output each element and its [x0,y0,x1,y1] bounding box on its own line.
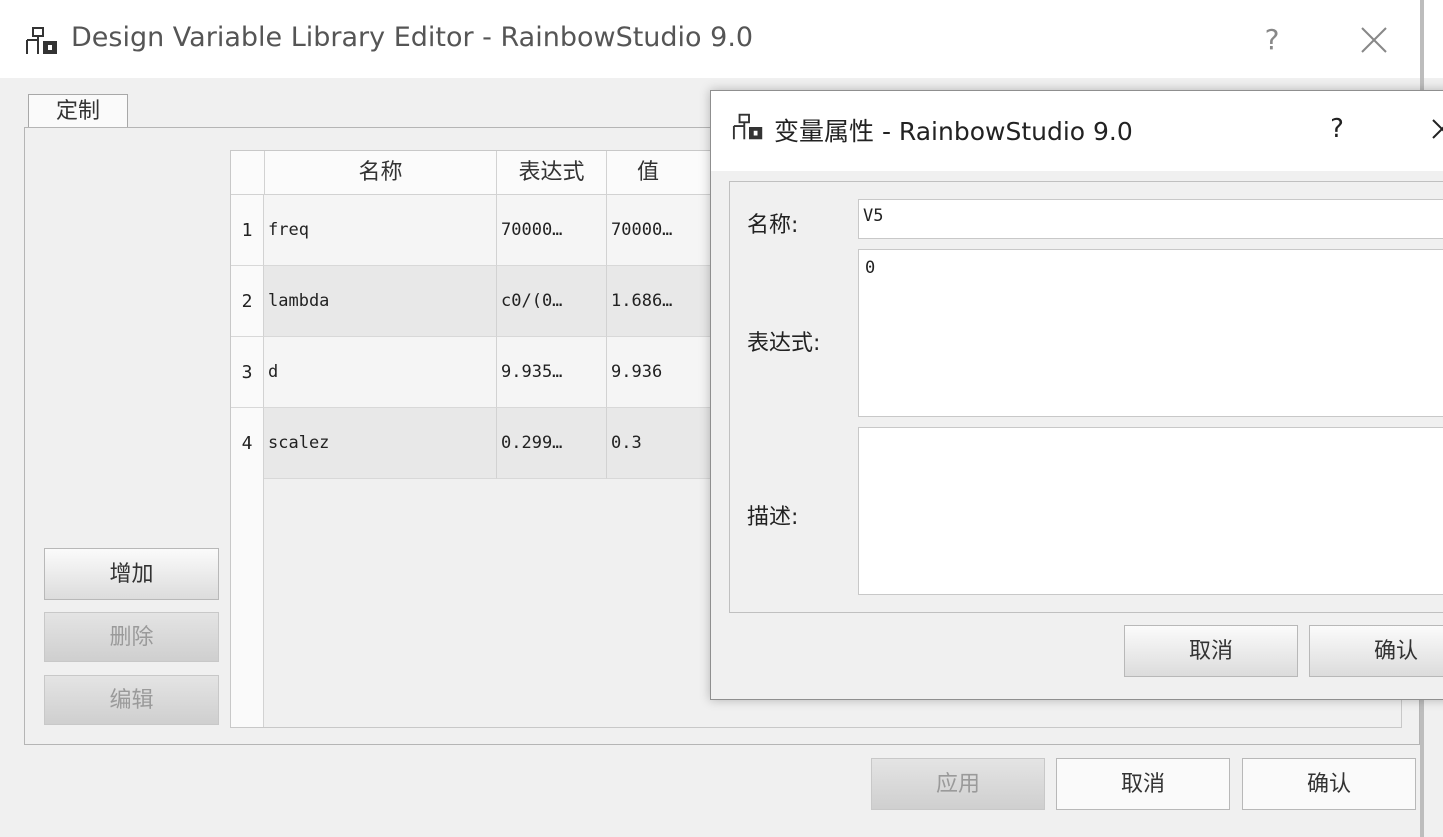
row-number: 4 [231,408,264,479]
column-header-expression[interactable]: 表达式 [497,151,607,195]
dialog-titlebar: 变量属性 - RainbowStudio 9.0 ? [711,91,1443,171]
description-label: 描述: [747,505,799,530]
dialog-hierarchy-icon [732,113,763,140]
name-label: 名称: [747,213,799,238]
description-field[interactable] [858,427,1443,595]
dialog-title: 变量属性 - RainbowStudio 9.0 [774,117,1133,146]
expression-field[interactable]: 0 [858,249,1443,417]
expression-label: 表达式: [747,331,821,356]
add-button[interactable]: 增加 [44,548,219,600]
dialog-ok-button[interactable]: 确认 [1309,625,1443,677]
help-button[interactable]: ? [1254,18,1290,62]
name-field[interactable]: V5 [858,199,1443,239]
ok-button[interactable]: 确认 [1242,758,1416,810]
cell-expression[interactable]: 70000… [497,195,607,266]
cell-expression[interactable]: 0.299… [497,408,607,479]
cell-name[interactable]: freq [264,195,497,266]
close-icon[interactable] [1352,18,1396,62]
edit-button[interactable]: 编辑 [44,675,219,725]
column-header-name[interactable]: 名称 [265,151,497,195]
main-titlebar: Design Variable Library Editor - Rainbow… [0,0,1443,78]
dialog-help-button[interactable]: ? [1319,107,1355,151]
cell-expression[interactable]: c0/(0… [497,266,607,337]
row-number: 1 [231,195,264,266]
dialog-close-icon[interactable] [1429,107,1443,151]
cancel-button[interactable]: 取消 [1056,758,1230,810]
tab-custom[interactable]: 定制 [28,94,128,129]
delete-button[interactable]: 删除 [44,612,219,662]
window-hierarchy-icon [26,27,57,54]
cell-expression[interactable]: 9.935… [497,337,607,408]
window-title: Design Variable Library Editor - Rainbow… [71,22,754,53]
row-number: 2 [231,266,264,337]
variable-properties-dialog: 变量属性 - RainbowStudio 9.0 ? 名称: V5 表达式: 0… [710,90,1443,700]
row-number: 3 [231,337,264,408]
cell-name[interactable]: lambda [264,266,497,337]
cell-name[interactable]: d [264,337,497,408]
table-corner [231,151,265,195]
cell-name[interactable]: scalez [264,408,497,479]
dialog-cancel-button[interactable]: 取消 [1124,625,1298,677]
row-header-empty [231,478,264,727]
apply-button[interactable]: 应用 [871,758,1045,810]
